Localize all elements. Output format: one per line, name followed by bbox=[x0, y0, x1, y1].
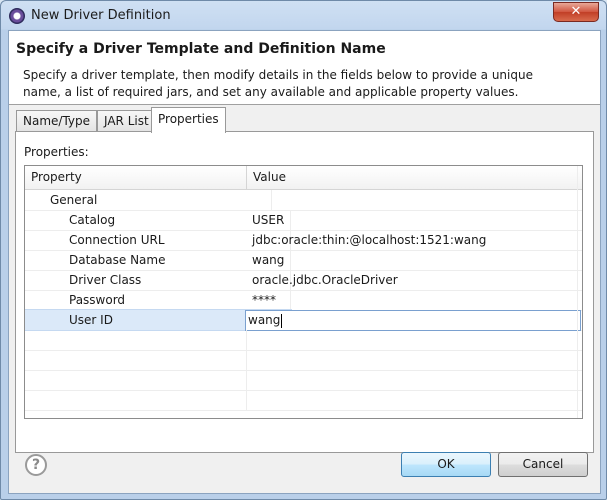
tab-properties[interactable]: Properties bbox=[151, 107, 226, 133]
properties-panel: Properties: Property Value General Catal… bbox=[15, 131, 594, 453]
property-value: USER bbox=[252, 213, 285, 227]
property-value: jdbc:oracle:thin:@localhost:1521:wang bbox=[252, 233, 487, 247]
eclipse-app-icon bbox=[9, 8, 25, 24]
group-label-general: General bbox=[25, 190, 272, 210]
property-value-editor[interactable]: wang bbox=[245, 310, 581, 331]
ok-button[interactable]: OK bbox=[401, 452, 491, 477]
header-description: Specify a driver template, then modify d… bbox=[23, 68, 533, 99]
table-row[interactable]: Connection URL jdbc:oracle:thin:@localho… bbox=[25, 230, 582, 251]
table-scroll-gutter[interactable] bbox=[577, 166, 582, 418]
table-header: Property Value bbox=[25, 166, 582, 190]
table-row-group[interactable]: General bbox=[25, 190, 582, 211]
table-row-selected[interactable]: User ID wang bbox=[25, 309, 582, 331]
title-bar[interactable]: New Driver Definition ✕ bbox=[1, 1, 606, 30]
dialog-header: Specify a Driver Template and Definition… bbox=[9, 31, 600, 105]
property-value: wang bbox=[252, 253, 285, 267]
empty-row bbox=[25, 370, 582, 391]
question-icon[interactable]: ? bbox=[25, 454, 47, 476]
table-row[interactable]: Database Name wang bbox=[25, 250, 582, 271]
dialog-window: New Driver Definition ✕ Specify a Driver… bbox=[0, 0, 607, 500]
property-value: **** bbox=[252, 293, 276, 307]
header-title: Specify a Driver Template and Definition… bbox=[16, 41, 386, 57]
window-title: New Driver Definition bbox=[31, 8, 171, 23]
empty-row bbox=[25, 350, 582, 371]
properties-label: Properties: bbox=[24, 145, 89, 159]
editor-text: wang bbox=[248, 313, 281, 327]
tab-name-type[interactable]: Name/Type bbox=[16, 110, 98, 132]
properties-table[interactable]: Property Value General Catalog USER Conn… bbox=[24, 165, 583, 419]
close-button[interactable]: ✕ bbox=[553, 2, 599, 22]
tab-jar-list[interactable]: JAR List bbox=[97, 110, 156, 132]
table-row[interactable]: Password **** bbox=[25, 290, 582, 311]
property-value: oracle.jdbc.OracleDriver bbox=[252, 273, 398, 287]
table-row[interactable]: Catalog USER bbox=[25, 210, 582, 231]
text-caret bbox=[281, 313, 283, 328]
empty-row bbox=[25, 390, 582, 411]
column-header-property[interactable]: Property bbox=[25, 166, 247, 189]
dialog-client-area: Specify a Driver Template and Definition… bbox=[8, 30, 601, 494]
column-header-value[interactable]: Value bbox=[247, 166, 582, 189]
empty-row bbox=[25, 330, 582, 351]
table-row[interactable]: Driver Class oracle.jdbc.OracleDriver bbox=[25, 270, 582, 291]
cancel-button[interactable]: Cancel bbox=[498, 452, 588, 477]
